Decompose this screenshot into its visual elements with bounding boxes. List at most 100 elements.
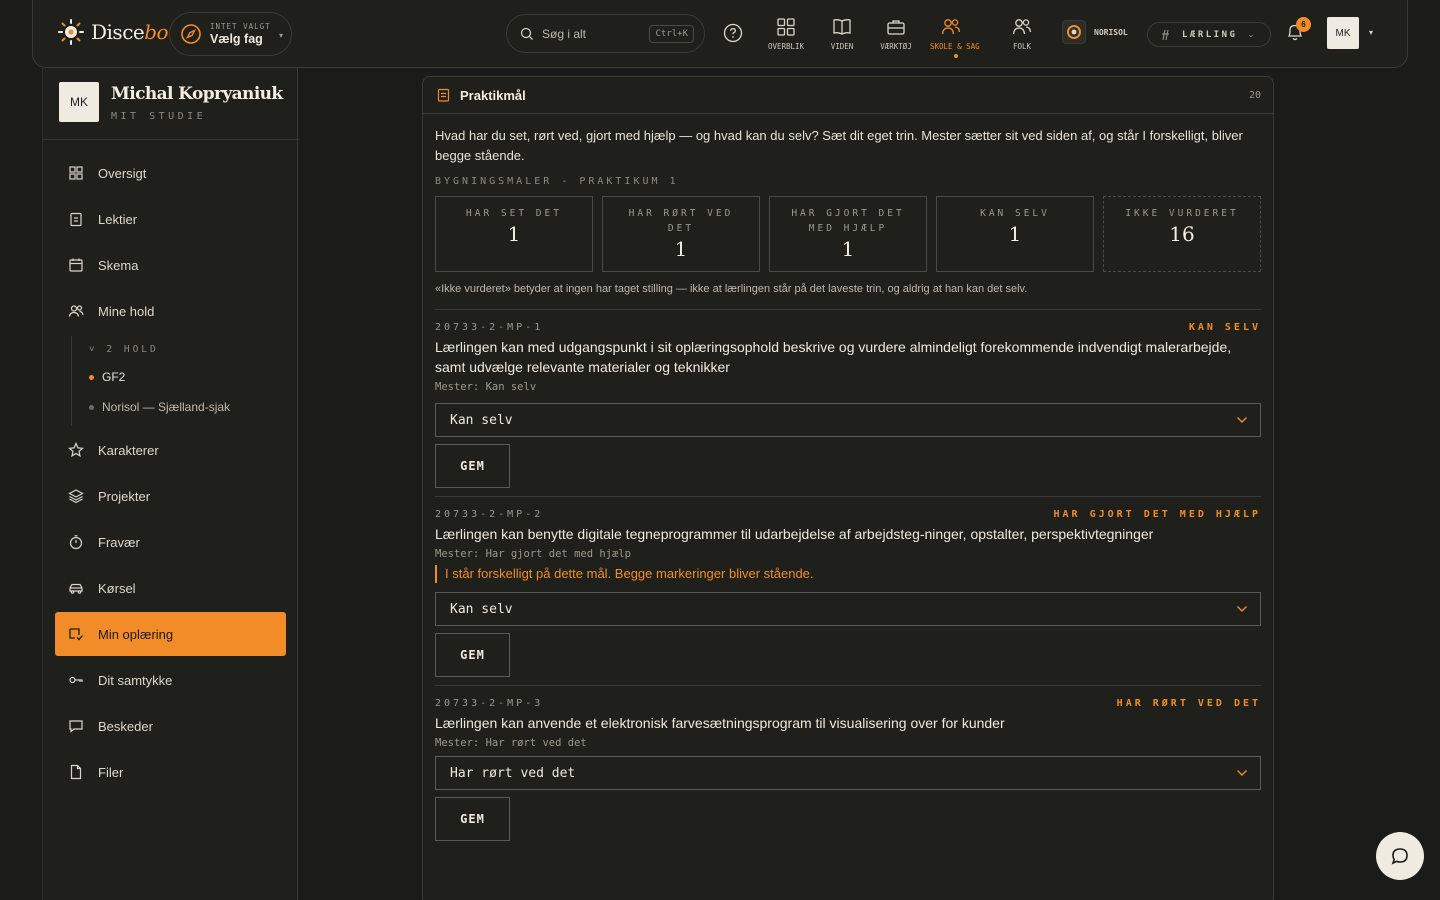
message-icon	[68, 718, 84, 734]
stat-har-roert-ved-det: HAR RØRT VED DET 1	[602, 196, 760, 272]
teams-tree-line	[71, 336, 72, 426]
sidebar-item-min-oplaering[interactable]: Min oplæring	[55, 612, 286, 656]
sidebar-item-karakterer[interactable]: Karakterer	[55, 428, 286, 472]
stat-label: KAN SELV	[980, 208, 1050, 219]
stat-label: HAR SET DET	[466, 208, 562, 219]
stat-ikke-vurderet: IKKE VURDERET 16	[1103, 196, 1261, 272]
goal-item: 20733-2-MP-2 HAR GJORT DET MED HJÆLP Lær…	[435, 496, 1261, 677]
goal-description: Lærlingen kan anvende et elektronisk far…	[435, 715, 1005, 731]
chevron-down-icon	[1236, 605, 1248, 613]
subject-picker-label: Vælg fag	[210, 32, 263, 46]
nav-label: FOLK	[1012, 42, 1032, 51]
caret-down-icon: ⌄	[1247, 30, 1255, 39]
org-logo-icon	[1062, 20, 1086, 44]
search-shortcut: Ctrl+K	[649, 24, 694, 43]
grid-icon	[775, 16, 797, 38]
subject-picker[interactable]: INTET VALGT Vælg fag ▾	[169, 12, 292, 56]
compass-icon	[180, 23, 202, 45]
nav-vaerktoj[interactable]: VÆRKTØJ	[866, 16, 926, 51]
goal-description: Lærlingen kan benytte digitale tegneprog…	[435, 526, 1154, 542]
car-icon	[68, 580, 84, 596]
goal-count: 20	[1248, 89, 1261, 101]
stat-label: HAR GJORT DET MED HJÆLP	[791, 208, 905, 234]
save-button[interactable]: GEM	[435, 633, 510, 677]
layers-icon	[68, 488, 84, 504]
nav-overblik[interactable]: OVERBLIK	[756, 16, 816, 51]
nav-folk[interactable]: FOLK	[992, 16, 1052, 51]
user-subtitle: MIT STUDIE	[111, 111, 207, 122]
sidebar-item-korsel[interactable]: Kørsel	[55, 566, 286, 610]
sidebar-item-filer[interactable]: Filer	[55, 750, 286, 794]
level-select[interactable]: Kan selv	[435, 403, 1261, 437]
brand-logo[interactable]: Discebo	[57, 18, 169, 46]
sidebar-item-beskeder[interactable]: Beskeder	[55, 704, 286, 748]
sidebar-item-projekter[interactable]: Projekter	[55, 474, 286, 518]
stat-kan-selv: KAN SELV 1	[936, 196, 1094, 272]
goal-status: HAR GJORT DET MED HJÆLP	[1053, 509, 1261, 520]
stat-value: 1	[841, 237, 855, 261]
global-search[interactable]: Søg i alt Ctrl+K	[506, 14, 705, 53]
sidebar-item-lektier[interactable]: Lektier	[55, 197, 286, 241]
top-navigation-bar: Discebo INTET VALGT Vælg fag ▾ Søg i alt…	[32, 0, 1408, 68]
nav-label: SKOLE & SAG	[930, 42, 980, 51]
sidebar-item-label: Karakterer	[98, 442, 159, 458]
sidebar-item-label: Filer	[98, 764, 124, 780]
chat-bubble-icon	[1390, 846, 1410, 866]
calendar-icon	[68, 257, 84, 273]
sidebar-item-mine-hold[interactable]: Mine hold	[55, 289, 286, 333]
stat-har-set-det: HAR SET DET 1	[435, 196, 593, 272]
sidebar-item-label: Fravær	[98, 534, 140, 550]
user-name: Michal Kopryaniuk	[111, 84, 283, 104]
stat-label: HAR RØRT VED DET	[628, 208, 734, 234]
role-label: LÆRLING	[1182, 29, 1238, 40]
goal-status: KAN SELV	[1188, 322, 1261, 333]
stat-value: 1	[1008, 222, 1022, 246]
nav-label: OVERBLIK	[767, 42, 805, 51]
save-button[interactable]: GEM	[435, 444, 510, 488]
level-select[interactable]: Kan selv	[435, 592, 1261, 626]
disagreement-warning: I står forskelligt på dette mål. Begge m…	[435, 565, 1261, 583]
team-item-gf2[interactable]: GF2	[89, 370, 125, 384]
mester-assessment: Mester: Har gjort det med hjælp	[435, 548, 631, 560]
sidebar-item-label: Dit samtykke	[98, 672, 173, 688]
user-avatar-menu[interactable]: MK	[1327, 17, 1359, 49]
nav-skole-sag[interactable]: SKOLE & SAG	[930, 16, 980, 58]
team-item-norisol[interactable]: Norisol — Sjælland-sjak	[89, 400, 230, 414]
org-name: NORISOL	[1094, 27, 1128, 37]
sidebar: MK Michal Kopryaniuk MIT STUDIE Oversigt…	[42, 68, 299, 900]
organization-switcher[interactable]: NORISOL	[1062, 20, 1128, 44]
intro-text: Hvad har du set, rørt ved, gjort med hjæ…	[435, 128, 1243, 163]
team-label: GF2	[102, 370, 126, 384]
sidebar-item-label: Mine hold	[98, 303, 155, 319]
stat-value: 16	[1169, 222, 1195, 246]
teams-toggle[interactable]: ˅ 2 HOLD	[89, 344, 159, 355]
sidebar-item-fravaer[interactable]: Fravær	[55, 520, 286, 564]
chat-button[interactable]	[1376, 832, 1424, 880]
sidebar-item-dit-samtykke[interactable]: Dit samtykke	[55, 658, 286, 702]
goal-item: 20733-2-MP-3 HAR RØRT VED DET Lærlingen …	[435, 685, 1261, 841]
book-icon	[831, 16, 853, 38]
panel-header: Praktikmål 20	[423, 77, 1273, 114]
sidebar-item-oversigt[interactable]: Oversigt	[55, 151, 286, 195]
help-icon[interactable]	[723, 23, 743, 43]
explanation-note: «Ikke vurderet» betyder at ingen har tag…	[435, 283, 1028, 295]
goal-code: 20733-2-MP-1	[435, 322, 544, 333]
sidebar-item-skema[interactable]: Skema	[55, 243, 286, 287]
save-button[interactable]: GEM	[435, 797, 510, 841]
sidebar-item-label: Projekter	[98, 488, 151, 504]
level-select[interactable]: Har rørt ved det	[435, 756, 1261, 790]
role-switcher[interactable]: LÆRLING ⌄	[1147, 22, 1271, 47]
avatar: MK	[59, 82, 99, 122]
sidebar-item-label: Oversigt	[98, 165, 147, 181]
stat-label: IKKE VURDERET	[1125, 208, 1239, 219]
caret-down-icon[interactable]: ▾	[1369, 28, 1373, 37]
brand-name: Discebo	[91, 20, 169, 44]
goal-description: Lærlingen kan med udgangspunkt i sit opl…	[435, 339, 1232, 375]
nav-viden[interactable]: VIDEN	[812, 16, 872, 51]
clipboard-icon	[437, 88, 450, 102]
briefcase-icon	[885, 16, 907, 38]
stat-value: 1	[674, 237, 688, 261]
subject-picker-hint: INTET VALGT	[210, 22, 271, 31]
people-icon	[940, 16, 962, 38]
role-icon	[1160, 29, 1172, 41]
